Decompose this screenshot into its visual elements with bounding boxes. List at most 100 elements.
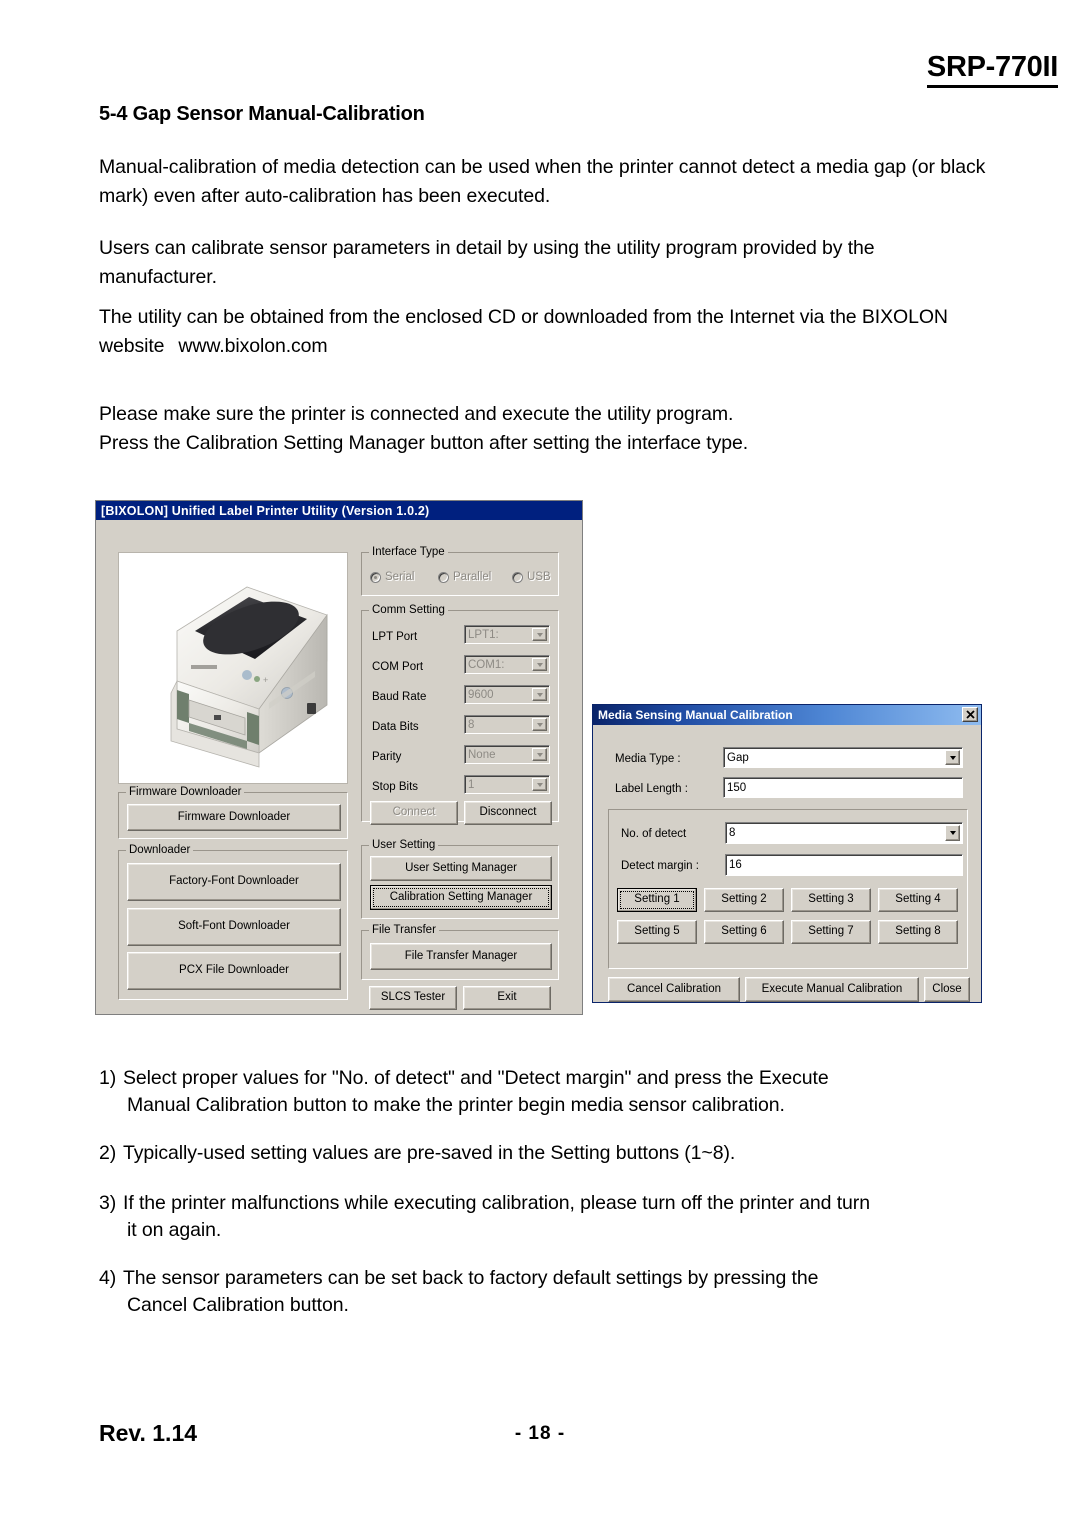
data-bits-label: Data Bits: [372, 721, 419, 733]
user-setting-group-label: User Setting: [369, 839, 439, 851]
note-1-line-2: Manual Calibration button to make the pr…: [127, 1094, 785, 1116]
com-port-combo[interactable]: COM1:: [464, 655, 550, 674]
downloader-group: Downloader Factory-Font Downloader Soft-…: [118, 844, 348, 1000]
note-1-number: 1): [99, 1067, 117, 1089]
setting-5-label: Setting 5: [634, 925, 680, 938]
radio-parallel[interactable]: Parallel: [438, 571, 491, 583]
close-button[interactable]: Close: [924, 977, 970, 1002]
chevron-down-icon[interactable]: [532, 658, 547, 671]
setting-2-label: Setting 2: [721, 893, 767, 906]
cancel-calibration-button[interactable]: Cancel Calibration: [608, 977, 740, 1002]
chevron-down-icon[interactable]: [532, 688, 547, 701]
close-icon[interactable]: [962, 707, 978, 722]
baud-rate-label: Baud Rate: [372, 691, 427, 703]
calibration-setting-manager-label: Calibration Setting Manager: [389, 890, 533, 903]
media-type-combo[interactable]: Gap: [723, 747, 963, 768]
window-title-text: [BIXOLON] Unified Label Printer Utility …: [101, 503, 430, 518]
chevron-down-icon[interactable]: [532, 718, 547, 731]
note-3-line-1: If the printer malfunctions while execut…: [123, 1192, 870, 1214]
firmware-downloader-button[interactable]: Firmware Downloader: [127, 804, 341, 831]
com-port-label: COM Port: [372, 661, 424, 673]
dialog-body: Media Type : Gap Label Length : 150 No. …: [593, 725, 981, 1002]
firmware-downloader-group-label: Firmware Downloader: [126, 786, 245, 798]
setting-1-label: Setting 1: [634, 893, 680, 906]
section-heading: 5-4 Gap Sensor Manual-Calibration: [99, 103, 425, 125]
downloader-group-label: Downloader: [126, 844, 194, 856]
setting-8-label: Setting 8: [895, 925, 941, 938]
stop-bits-label: Stop Bits: [372, 781, 419, 793]
page-title: SRP-770II: [926, 51, 1058, 88]
execute-manual-calibration-button[interactable]: Execute Manual Calibration: [745, 977, 919, 1002]
chevron-down-icon[interactable]: [532, 628, 547, 641]
firmware-downloader-group: Firmware Downloader Firmware Downloader: [118, 786, 348, 839]
radio-serial[interactable]: Serial: [370, 571, 414, 583]
setting-4-button[interactable]: Setting 4: [878, 888, 958, 912]
connect-button[interactable]: Connect: [370, 801, 458, 825]
setting-5-button[interactable]: Setting 5: [617, 920, 697, 944]
cancel-calibration-label: Cancel Calibration: [627, 982, 721, 995]
radio-usb-indicator: [512, 571, 523, 583]
soft-font-downloader-label: Soft-Font Downloader: [178, 920, 290, 933]
window-titlebar[interactable]: [BIXOLON] Unified Label Printer Utility …: [96, 501, 582, 520]
setting-2-button[interactable]: Setting 2: [704, 888, 784, 912]
no-of-detect-combo[interactable]: 8: [725, 822, 963, 844]
note-item-4: 4) The sensor parameters can be set back …: [99, 1265, 999, 1319]
exit-button[interactable]: Exit: [463, 986, 551, 1010]
data-bits-value: 8: [468, 718, 475, 731]
stop-bits-combo[interactable]: 1: [464, 775, 550, 794]
radio-parallel-label: Parallel: [453, 571, 492, 583]
interface-type-group: Interface Type Serial Parallel USB: [361, 546, 559, 596]
baud-rate-combo[interactable]: 9600: [464, 685, 550, 704]
file-transfer-manager-label: File Transfer Manager: [404, 949, 518, 962]
factory-font-downloader-label: Factory-Font Downloader: [169, 875, 299, 888]
slcs-tester-button[interactable]: SLCS Tester: [369, 986, 457, 1010]
parity-label: Parity: [372, 751, 402, 763]
disconnect-button-label: Disconnect: [479, 806, 537, 819]
connect-button-label: Connect: [392, 806, 436, 819]
chevron-down-icon[interactable]: [532, 778, 547, 791]
label-length-input[interactable]: 150: [723, 777, 963, 798]
execute-manual-calibration-label: Execute Manual Calibration: [761, 982, 903, 995]
paragraph-utility: Users can calibrate sensor parameters in…: [99, 237, 875, 288]
data-bits-combo[interactable]: 8: [464, 715, 550, 734]
disconnect-button[interactable]: Disconnect: [464, 801, 552, 825]
pcx-file-downloader-button[interactable]: PCX File Downloader: [127, 952, 341, 990]
instruction-line-2: Press the Calibration Setting Manager bu…: [99, 432, 749, 454]
label-length-label: Label Length :: [615, 783, 688, 795]
setting-8-button[interactable]: Setting 8: [878, 920, 958, 944]
calibration-setting-manager-button[interactable]: Calibration Setting Manager: [370, 885, 552, 910]
setting-6-button[interactable]: Setting 6: [704, 920, 784, 944]
soft-font-downloader-button[interactable]: Soft-Font Downloader: [127, 908, 341, 946]
note-1-line-1: Select proper values for "No. of detect"…: [123, 1067, 829, 1089]
lpt-port-label: LPT Port: [372, 631, 418, 643]
setting-7-button[interactable]: Setting 7: [791, 920, 871, 944]
close-button-label: Close: [932, 982, 962, 995]
chevron-down-icon[interactable]: [532, 748, 547, 761]
parity-combo[interactable]: None: [464, 745, 550, 764]
setting-3-label: Setting 3: [808, 893, 854, 906]
note-item-3: 3) If the printer malfunctions while exec…: [99, 1190, 999, 1244]
detect-margin-label: Detect margin :: [621, 860, 699, 872]
detect-margin-input[interactable]: 16: [725, 854, 963, 876]
radio-usb[interactable]: USB: [512, 571, 551, 583]
factory-font-downloader-button[interactable]: Factory-Font Downloader: [127, 863, 341, 901]
note-4-number: 4): [99, 1267, 117, 1289]
media-sensing-manual-calibration-dialog[interactable]: Media Sensing Manual Calibration Media T…: [592, 704, 982, 1003]
file-transfer-manager-button[interactable]: File Transfer Manager: [370, 943, 552, 970]
unified-label-printer-utility-window[interactable]: [BIXOLON] Unified Label Printer Utility …: [95, 500, 583, 1015]
setting-1-button[interactable]: Setting 1: [617, 888, 697, 912]
note-3-line-2: it on again.: [127, 1219, 222, 1241]
chevron-down-icon[interactable]: [945, 825, 960, 841]
lpt-port-combo[interactable]: LPT1:: [464, 625, 550, 644]
chevron-down-icon[interactable]: [945, 750, 960, 765]
setting-3-button[interactable]: Setting 3: [791, 888, 871, 912]
comm-setting-group-label: Comm Setting: [369, 604, 448, 616]
window-body: + Firmware Downloader Firmware Downloade…: [96, 520, 582, 1014]
baud-rate-value: 9600: [468, 688, 494, 701]
dialog-titlebar[interactable]: Media Sensing Manual Calibration: [593, 705, 981, 725]
firmware-downloader-button-label: Firmware Downloader: [177, 810, 291, 823]
user-setting-manager-button[interactable]: User Setting Manager: [370, 856, 552, 881]
user-setting-group: User Setting User Setting Manager Calibr…: [361, 839, 559, 919]
note-item-2: 2) Typically-used setting values are pre-…: [99, 1140, 999, 1167]
radio-serial-label: Serial: [385, 571, 415, 583]
